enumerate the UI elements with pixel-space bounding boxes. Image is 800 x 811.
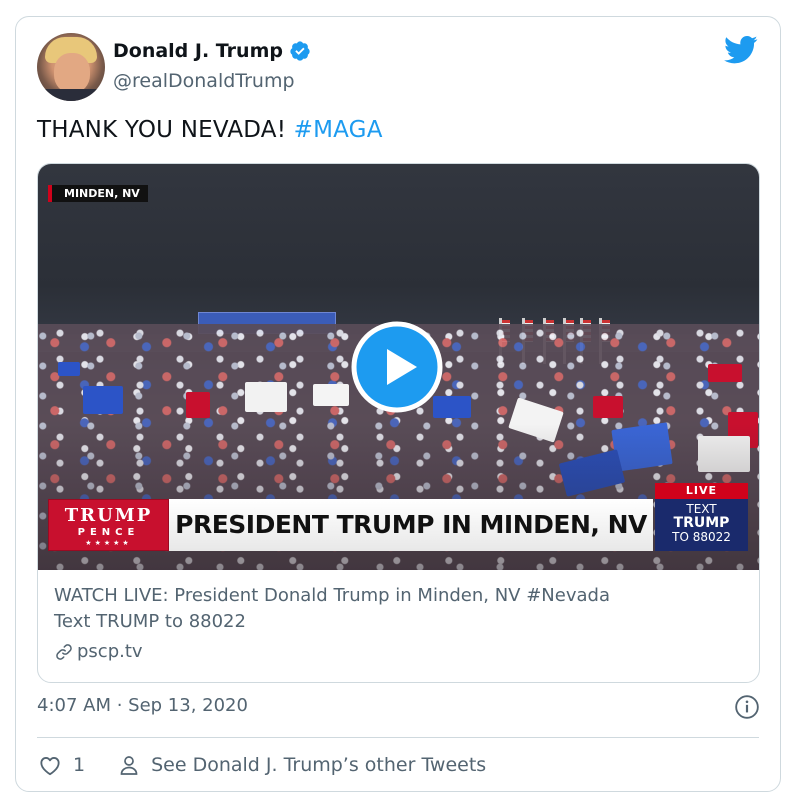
author-display-name[interactable]: Donald J. Trump <box>113 40 283 62</box>
card-domain-text: pscp.tv <box>77 641 143 662</box>
twitter-bird-icon[interactable] <box>724 35 758 65</box>
avatar[interactable] <box>37 33 105 101</box>
card-domain[interactable]: pscp.tv <box>54 641 143 662</box>
divider <box>37 737 759 738</box>
tweet-text: THANK YOU NEVADA! #MAGA <box>37 117 383 143</box>
play-icon[interactable] <box>351 321 443 413</box>
see-other-tweets-text: See Donald J. Trump’s other Tweets <box>151 754 487 776</box>
tweet-timestamp[interactable]: 4:07 AM · Sep 13, 2020 <box>37 695 248 716</box>
tweet-actions: 1 See Donald J. Trump’s other Tweets <box>37 752 486 778</box>
card-title[interactable]: WATCH LIVE: President Donald Trump in Mi… <box>54 583 744 635</box>
like-button[interactable]: 1 <box>37 752 117 778</box>
location-tag: MINDEN, NV <box>48 185 148 202</box>
see-other-tweets-link[interactable]: See Donald J. Trump’s other Tweets <box>117 753 486 777</box>
info-icon[interactable] <box>734 694 760 720</box>
location-text: MINDEN, NV <box>64 187 140 200</box>
author-handle[interactable]: @realDonaldTrump <box>113 70 295 92</box>
link-icon <box>56 643 72 660</box>
verified-badge-icon <box>290 41 310 61</box>
hashtag-link[interactable]: #MAGA <box>294 117 383 143</box>
card-title-line-2: Text TRUMP to 88022 <box>54 611 246 632</box>
cta-line-2: TRUMP <box>673 515 730 531</box>
like-count: 1 <box>73 754 86 776</box>
tweet-body: THANK YOU NEVADA! <box>37 117 287 143</box>
video-player[interactable]: MINDEN, NV TRUMP PENCE ★★★★★ PRESIDENT T… <box>38 164 759 570</box>
link-card[interactable]: MINDEN, NV TRUMP PENCE ★★★★★ PRESIDENT T… <box>37 163 760 683</box>
live-badge: LIVE <box>655 483 748 499</box>
lower-third-headline: PRESIDENT TRUMP IN MINDEN, NV <box>169 499 653 551</box>
tweet-embed: Donald J. Trump @realDonaldTrump THANK Y… <box>15 16 781 792</box>
logo-line-pence: PENCE <box>77 527 140 538</box>
lower-third-cta: LIVE TEXT TRUMP TO 88022 <box>655 483 748 551</box>
cta-line-1: TEXT <box>686 502 717 516</box>
author-name-row[interactable]: Donald J. Trump <box>113 40 311 62</box>
card-title-line-1: WATCH LIVE: President Donald Trump in Mi… <box>54 585 610 606</box>
logo-line-trump: TRUMP <box>64 505 153 526</box>
cta-line-3: TO 88022 <box>672 530 731 544</box>
logo-stars: ★★★★★ <box>85 539 132 547</box>
heart-icon <box>40 757 60 776</box>
person-icon <box>120 756 138 775</box>
campaign-logo: TRUMP PENCE ★★★★★ <box>48 499 169 551</box>
news-lower-third: TRUMP PENCE ★★★★★ PRESIDENT TRUMP IN MIN… <box>48 483 748 551</box>
